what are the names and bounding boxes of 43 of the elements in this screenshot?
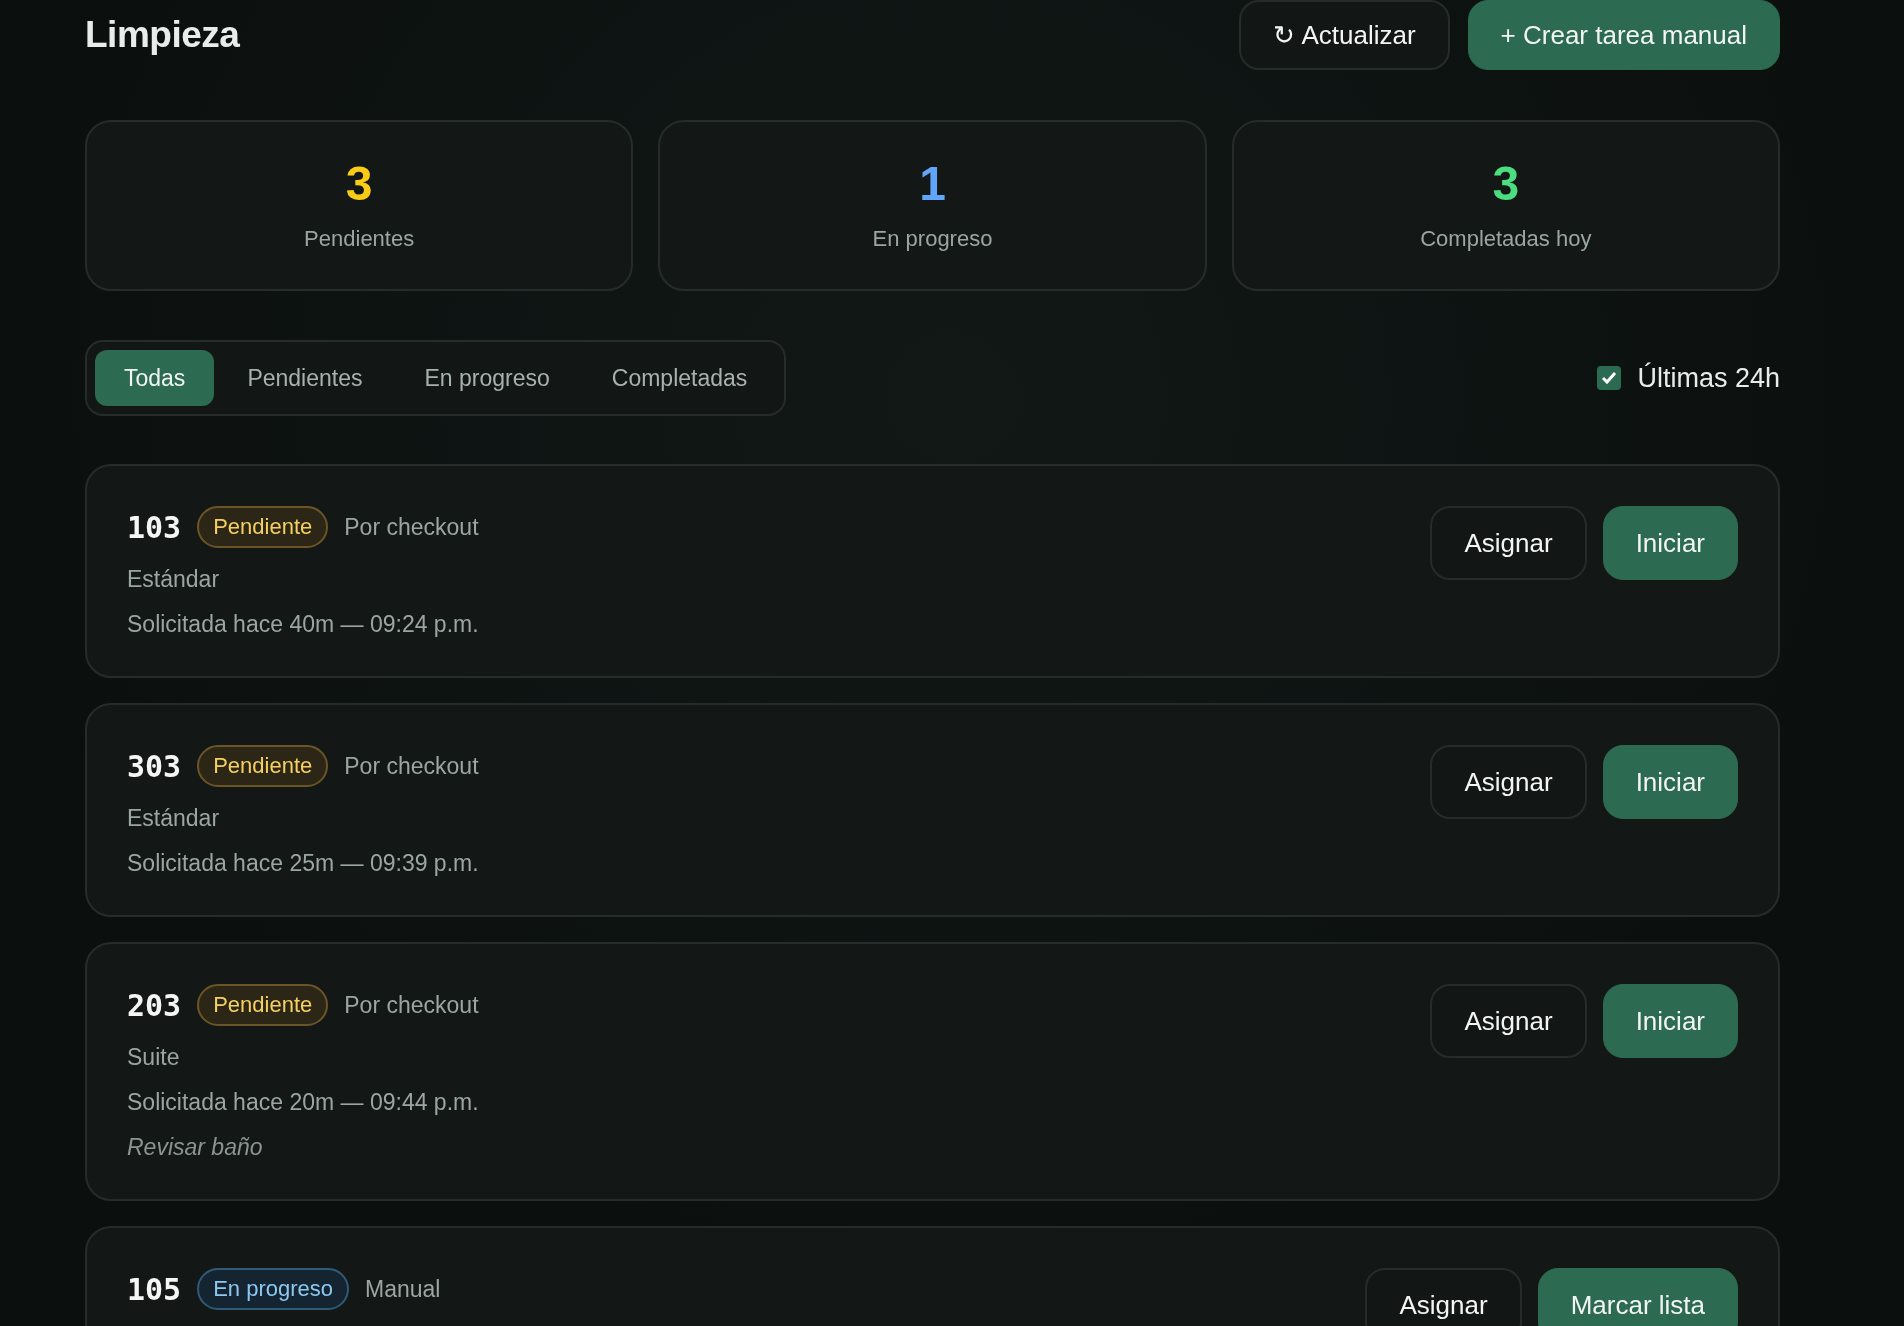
task-origin: Por checkout: [344, 513, 479, 541]
room-number: 303: [127, 748, 182, 784]
status-badge: Pendiente: [197, 506, 329, 548]
room-type: Estándar: [127, 805, 221, 832]
room-type: Suite: [127, 1044, 181, 1071]
assign-button[interactable]: Asignar: [1430, 506, 1587, 580]
request-time: Solicitada hace 25m — 09:39 p.m.: [127, 850, 479, 877]
room-number: 105: [127, 1271, 182, 1307]
stat-value: 1: [919, 159, 946, 208]
request-time: Solicitada hace 40m — 09:24 p.m.: [127, 611, 479, 638]
create-task-button[interactable]: + Crear tarea manual: [1467, 0, 1780, 70]
assign-button[interactable]: Asignar: [1430, 984, 1587, 1058]
assign-button[interactable]: Asignar: [1365, 1268, 1522, 1326]
stat-label: Completadas hoy: [1420, 225, 1592, 252]
primary-action-button[interactable]: Iniciar: [1602, 984, 1738, 1058]
filter-tab[interactable]: Pendientes: [218, 350, 392, 406]
room-number: 203: [127, 987, 182, 1023]
room-type: Estándar: [127, 566, 221, 593]
primary-action-button[interactable]: Iniciar: [1602, 506, 1738, 580]
room-number: 103: [127, 509, 182, 545]
status-badge: Pendiente: [197, 984, 329, 1026]
stat-value: 3: [345, 159, 373, 208]
primary-action-button[interactable]: Iniciar: [1602, 745, 1738, 819]
checkbox-label: Últimas 24h: [1637, 362, 1780, 394]
stat-label: En progreso: [872, 225, 993, 252]
refresh-button[interactable]: ↻ Actualizar: [1239, 0, 1450, 70]
stat-label: Pendientes: [304, 225, 415, 252]
primary-action-button[interactable]: Marcar lista: [1537, 1268, 1738, 1326]
page-title: Limpieza: [85, 14, 240, 56]
task-origin: Por checkout: [344, 752, 479, 780]
task-note: Revisar baño: [127, 1134, 264, 1161]
task-origin: Manual: [365, 1275, 441, 1303]
task-origin: Por checkout: [344, 991, 479, 1019]
status-badge: Pendiente: [197, 745, 329, 787]
stat-value: 3: [1492, 159, 1520, 208]
filter-tab[interactable]: Todas: [95, 350, 215, 406]
filter-tab[interactable]: En progreso: [395, 350, 579, 406]
status-badge: En progreso: [197, 1268, 350, 1310]
checkbox[interactable]: [1597, 366, 1622, 390]
check-icon: [1601, 371, 1618, 385]
assign-button[interactable]: Asignar: [1430, 745, 1587, 819]
filter-tab[interactable]: Completadas: [582, 350, 777, 406]
request-time: Solicitada hace 20m — 09:44 p.m.: [127, 1089, 479, 1116]
